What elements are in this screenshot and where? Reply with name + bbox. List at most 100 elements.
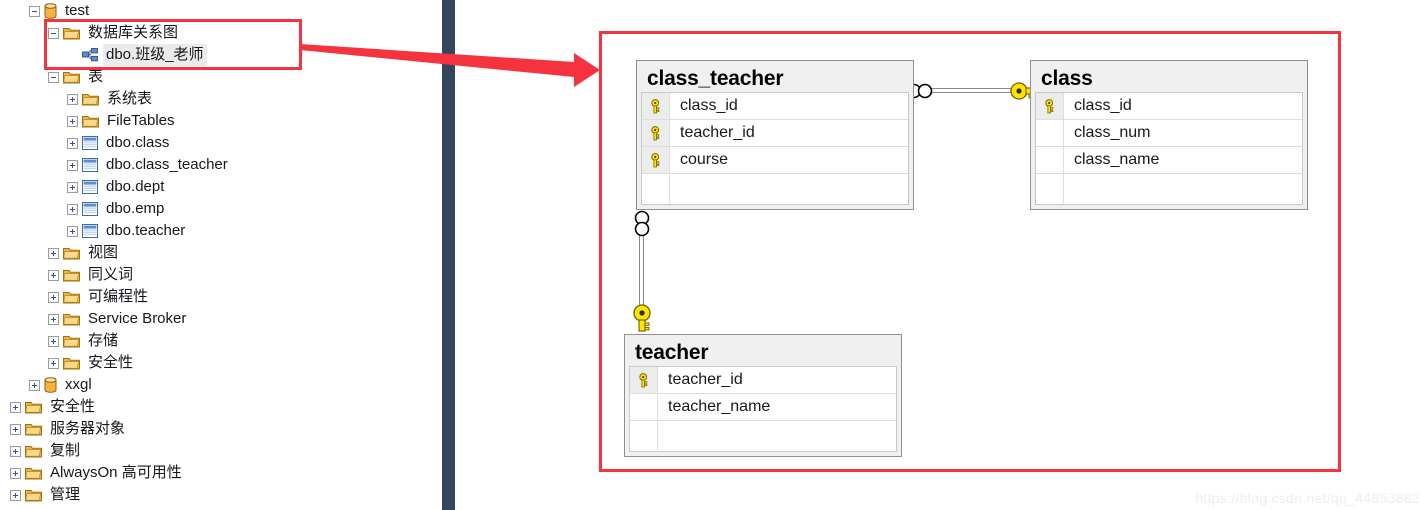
column-name: course xyxy=(680,151,729,168)
expander-plus-icon[interactable] xyxy=(29,379,40,391)
column-name: class_name xyxy=(1074,151,1160,168)
expander-plus-icon[interactable] xyxy=(48,247,59,259)
tree-node[interactable]: dbo.dept xyxy=(67,176,167,198)
folder-icon xyxy=(63,72,80,84)
expander-plus-icon[interactable] xyxy=(67,225,78,237)
primary-key-icon xyxy=(651,152,660,167)
expander-plus-icon[interactable] xyxy=(67,137,78,149)
expander-plus-icon[interactable] xyxy=(10,401,21,413)
database-diagram-panel[interactable]: class_teacher class_id teacher_id course cla… xyxy=(599,31,1341,472)
empty-row[interactable] xyxy=(642,174,908,204)
key-cell xyxy=(642,93,670,119)
tree-node[interactable]: 安全性 xyxy=(10,396,98,418)
tree-node-label: AlwaysOn 高可用性 xyxy=(50,464,182,481)
expander-plus-icon[interactable] xyxy=(67,203,78,215)
tree-node[interactable]: xxgl xyxy=(29,374,95,396)
expander-plus-icon[interactable] xyxy=(67,181,78,193)
folder-icon xyxy=(25,424,42,436)
database-icon xyxy=(44,3,57,19)
column-row[interactable]: teacher_id xyxy=(630,367,896,394)
expander-plus-icon[interactable] xyxy=(48,313,59,325)
expander-plus-icon[interactable] xyxy=(10,423,21,435)
folder-icon xyxy=(63,292,80,304)
table-icon xyxy=(82,224,98,238)
expander-plus-icon[interactable] xyxy=(48,335,59,347)
entity-teacher[interactable]: teacher teacher_id teacher_name xyxy=(624,334,902,457)
tree-node[interactable]: 存储 xyxy=(48,330,121,352)
expander-plus-icon[interactable] xyxy=(48,291,59,303)
table-icon xyxy=(82,158,98,172)
expander-plus-icon[interactable] xyxy=(67,115,78,127)
tree-node-label: 服务器对象 xyxy=(50,420,126,437)
table-icon xyxy=(82,180,98,194)
tree-node[interactable]: dbo.emp xyxy=(67,198,167,220)
expander-plus-icon[interactable] xyxy=(10,489,21,501)
column-row[interactable]: class_id xyxy=(1036,93,1302,120)
tree-node[interactable]: dbo.teacher xyxy=(67,220,188,242)
expander-plus-icon[interactable] xyxy=(67,159,78,171)
empty-row[interactable] xyxy=(1036,174,1302,204)
key-cell xyxy=(630,367,658,393)
empty-row[interactable] xyxy=(630,421,896,451)
many-cardinality-icon xyxy=(634,210,650,237)
tree-node[interactable]: 服务器对象 xyxy=(10,418,128,440)
watermark-text: https://blog.csdn.net/qq_44853882 xyxy=(1195,490,1420,506)
tree-node-label: dbo.dept xyxy=(106,178,165,195)
tree-node[interactable]: 安全性 xyxy=(48,352,136,374)
expander-plus-icon[interactable] xyxy=(48,269,59,281)
key-cell xyxy=(630,394,658,420)
expander-minus-icon[interactable] xyxy=(48,71,59,83)
column-row[interactable]: course xyxy=(642,147,908,174)
tree-node[interactable]: 可编程性 xyxy=(48,286,151,308)
key-cell xyxy=(642,120,670,146)
primary-key-icon xyxy=(639,372,648,387)
expander-plus-icon[interactable] xyxy=(48,357,59,369)
tree-node[interactable]: 系统表 xyxy=(67,88,155,110)
tree-node[interactable]: FileTables xyxy=(67,110,178,132)
tree-node[interactable]: 视图 xyxy=(48,242,121,264)
column-grid: class_id class_num class_name xyxy=(1035,92,1303,205)
tree-node[interactable]: 管理 xyxy=(10,484,83,506)
column-row[interactable]: class_num xyxy=(1036,120,1302,147)
column-row[interactable]: class_name xyxy=(1036,147,1302,174)
tree-node-label: dbo.teacher xyxy=(106,222,186,239)
key-cell xyxy=(1036,93,1064,119)
tree-node-label: 系统表 xyxy=(107,90,153,107)
tree-node[interactable]: 复制 xyxy=(10,440,83,462)
folder-icon xyxy=(63,358,80,370)
tree-node[interactable]: Service Broker xyxy=(48,308,189,330)
one-key-cardinality-icon xyxy=(633,304,651,332)
tree-node-label: dbo.class xyxy=(106,134,170,151)
expander-plus-icon[interactable] xyxy=(10,445,21,457)
tree-node-label: xxgl xyxy=(65,376,92,393)
tree-node-label: FileTables xyxy=(107,112,175,129)
column-row[interactable]: teacher_name xyxy=(630,394,896,421)
tree-node[interactable]: dbo.class_teacher xyxy=(67,154,231,176)
tree-node[interactable]: 同义词 xyxy=(48,264,136,286)
tree-node-label: 同义词 xyxy=(88,266,134,283)
folder-icon xyxy=(63,314,80,326)
table-icon xyxy=(82,136,98,150)
tree-node-label: 可编程性 xyxy=(88,288,149,305)
expander-minus-icon[interactable] xyxy=(29,5,40,17)
column-grid: class_id teacher_idcourse xyxy=(641,92,909,205)
folder-icon xyxy=(25,446,42,458)
tree-node-label: dbo.class_teacher xyxy=(106,156,228,173)
entity-class_teacher[interactable]: class_teacher class_id teacher_id course xyxy=(636,60,914,210)
tree-node[interactable]: AlwaysOn 高可用性 xyxy=(10,462,185,484)
table-icon xyxy=(82,202,98,216)
column-row[interactable]: teacher_id xyxy=(642,120,908,147)
primary-key-icon xyxy=(651,125,660,140)
tree-node[interactable]: dbo.class xyxy=(67,132,172,154)
entity-class[interactable]: class class_id class_num class_name xyxy=(1030,60,1308,210)
column-name: class_num xyxy=(1074,124,1151,141)
folder-icon xyxy=(25,402,42,414)
expander-plus-icon[interactable] xyxy=(67,93,78,105)
column-name: class_id xyxy=(680,97,738,114)
expander-plus-icon[interactable] xyxy=(10,467,21,479)
column-name: class_id xyxy=(1074,97,1132,114)
red-highlight-box xyxy=(44,19,302,70)
tree-node-label: dbo.emp xyxy=(106,200,165,217)
key-cell xyxy=(1036,120,1064,146)
column-row[interactable]: class_id xyxy=(642,93,908,120)
